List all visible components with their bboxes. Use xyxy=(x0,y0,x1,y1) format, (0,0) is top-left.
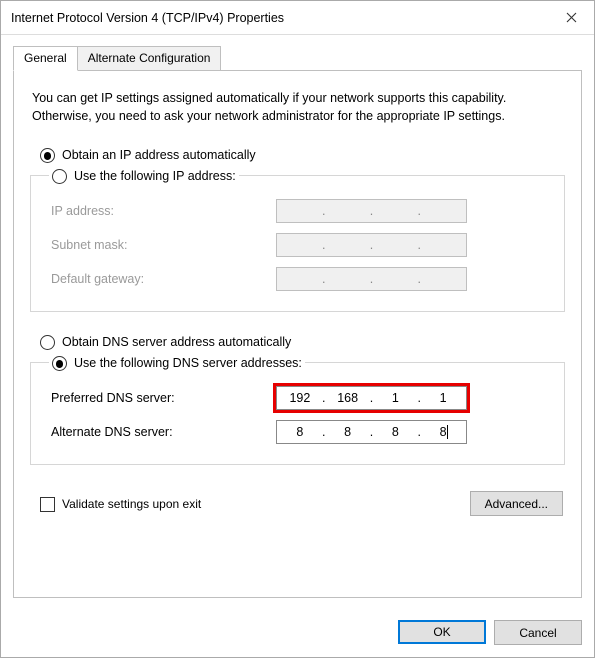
radio-label: Use the following DNS server addresses: xyxy=(74,356,302,370)
input-subnet-mask: ... xyxy=(276,233,467,257)
tabpanel-general: You can get IP settings assigned automat… xyxy=(13,70,582,598)
tab-general[interactable]: General xyxy=(13,46,78,71)
radio-use-dns-manual[interactable]: Use the following DNS server addresses: xyxy=(52,355,302,370)
radio-label: Obtain an IP address automatically xyxy=(62,148,256,162)
window-title: Internet Protocol Version 4 (TCP/IPv4) P… xyxy=(11,11,548,25)
advanced-button[interactable]: Advanced... xyxy=(470,491,563,516)
radio-icon xyxy=(40,335,55,350)
intro-text: You can get IP settings assigned automat… xyxy=(32,89,563,125)
radio-icon xyxy=(40,148,55,163)
client-area: General Alternate Configuration You can … xyxy=(1,35,594,610)
footer-buttons: OK Cancel xyxy=(1,610,594,657)
close-icon xyxy=(566,12,577,23)
radio-label: Obtain DNS server address automatically xyxy=(62,335,291,349)
radio-obtain-dns-auto[interactable]: Obtain DNS server address automatically xyxy=(40,334,565,349)
group-ip-manual: Use the following IP address: IP address… xyxy=(30,168,565,312)
cancel-button[interactable]: Cancel xyxy=(494,620,582,645)
checkbox-icon xyxy=(40,497,55,512)
input-ip-address: ... xyxy=(276,199,467,223)
label-ip-address: IP address: xyxy=(51,204,276,218)
input-alternate-dns[interactable]: 8. 8. 8. 8 xyxy=(276,420,467,444)
label-subnet-mask: Subnet mask: xyxy=(51,238,276,252)
ok-button[interactable]: OK xyxy=(398,620,486,644)
label-preferred-dns: Preferred DNS server: xyxy=(51,391,276,405)
checkbox-validate[interactable]: Validate settings upon exit xyxy=(40,496,201,511)
label-alternate-dns: Alternate DNS server: xyxy=(51,425,276,439)
group-dns-manual: Use the following DNS server addresses: … xyxy=(30,355,565,465)
tabstrip: General Alternate Configuration xyxy=(13,46,582,71)
radio-label: Use the following IP address: xyxy=(74,169,236,183)
titlebar: Internet Protocol Version 4 (TCP/IPv4) P… xyxy=(1,1,594,35)
label-default-gateway: Default gateway: xyxy=(51,272,276,286)
radio-use-ip-manual[interactable]: Use the following IP address: xyxy=(52,168,236,183)
close-button[interactable] xyxy=(548,1,594,35)
field-preferred-dns: Preferred DNS server: 192. 168. 1. 1 xyxy=(51,386,550,410)
bottom-row: Validate settings upon exit Advanced... xyxy=(40,491,563,516)
radio-icon xyxy=(52,356,67,371)
radio-icon xyxy=(52,169,67,184)
tab-alternate[interactable]: Alternate Configuration xyxy=(78,46,222,71)
checkbox-label: Validate settings upon exit xyxy=(62,497,201,511)
field-ip-address: IP address: ... xyxy=(51,199,550,223)
input-preferred-dns[interactable]: 192. 168. 1. 1 xyxy=(276,386,467,410)
radio-obtain-ip-auto[interactable]: Obtain an IP address automatically xyxy=(40,147,565,162)
field-subnet-mask: Subnet mask: ... xyxy=(51,233,550,257)
input-default-gateway: ... xyxy=(276,267,467,291)
field-default-gateway: Default gateway: ... xyxy=(51,267,550,291)
field-alternate-dns: Alternate DNS server: 8. 8. 8. 8 xyxy=(51,420,550,444)
dialog-window: Internet Protocol Version 4 (TCP/IPv4) P… xyxy=(0,0,595,658)
